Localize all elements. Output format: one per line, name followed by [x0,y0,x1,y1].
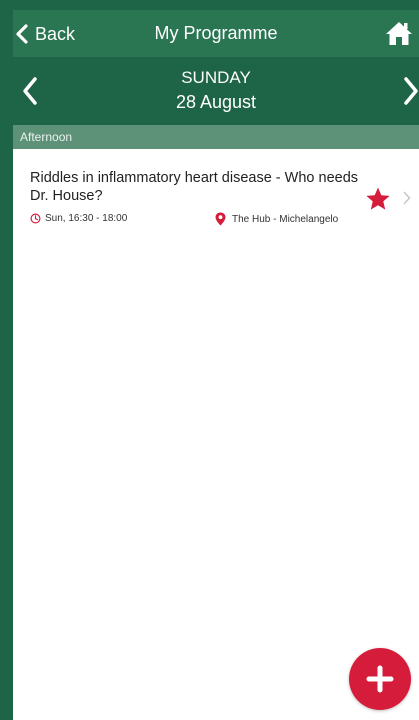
date-selector: SUNDAY 28 August [13,57,419,125]
session-title: Riddles in inflammatory heart disease - … [30,170,359,204]
clock-icon [30,213,41,224]
date-day: SUNDAY [181,68,251,87]
star-icon[interactable] [365,186,391,212]
session-location-text: The Hub - Michelangelo [232,213,339,225]
chevron-right-icon[interactable] [403,76,419,106]
add-button[interactable] [349,648,411,710]
section-header: Afternoon [13,125,419,149]
session-meta: Sun, 16:30 - 18:00 The Hub - Michelangel… [30,212,360,227]
session-list: Riddles in inflammatory heart disease - … [13,149,419,720]
chevron-right-icon [403,191,411,205]
home-icon[interactable] [385,20,413,46]
map-pin-icon [215,212,226,226]
session-location: The Hub - Michelangelo [215,212,338,226]
plus-icon [366,665,394,693]
page-title: My Programme [154,23,278,43]
navigation-bar: Back My Programme [13,10,419,57]
session-time-text: Sun, 16:30 - 18:00 [45,213,128,224]
screen: Back My Programme SUNDAY 28 August After… [0,0,419,720]
date-date: 28 August [175,92,257,112]
session-time: Sun, 16:30 - 18:00 [30,213,127,224]
list-item[interactable]: Riddles in inflammatory heart disease - … [13,149,419,235]
